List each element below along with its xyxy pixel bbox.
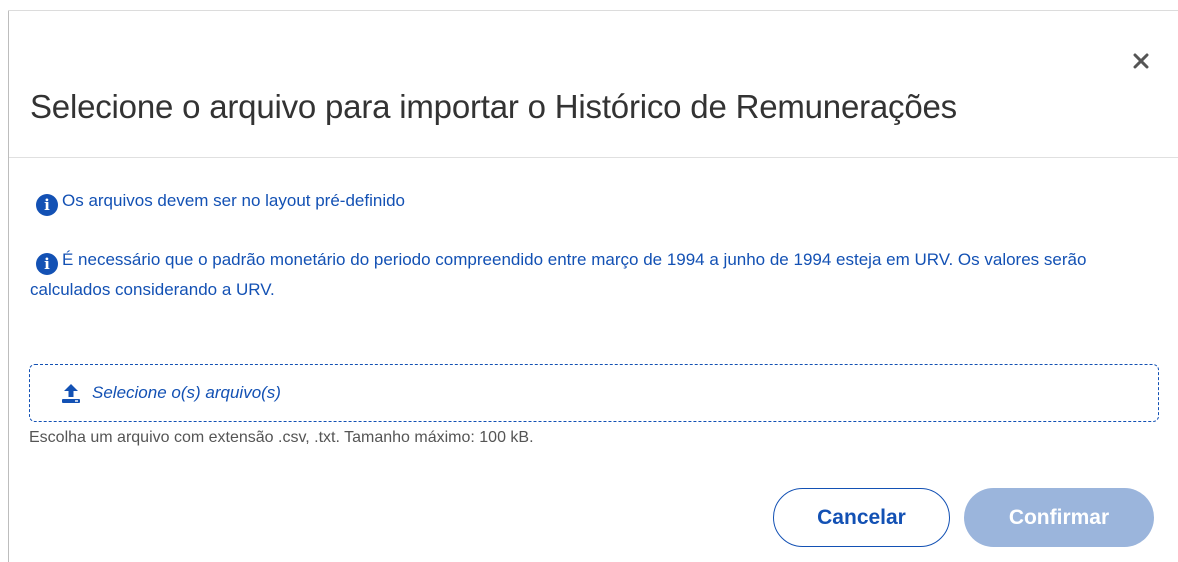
file-upload-dropzone[interactable]: Selecione o(s) arquivo(s) xyxy=(29,364,1159,422)
upload-label[interactable]: Selecione o(s) arquivo(s) xyxy=(92,383,281,403)
cancel-button[interactable]: Cancelar xyxy=(773,488,950,547)
info-message-urv: iÉ necessário que o padrão monetário do … xyxy=(30,245,1150,305)
import-dialog: Selecione o arquivo para importar o Hist… xyxy=(0,0,1178,562)
info-icon: i xyxy=(36,253,58,275)
close-icon xyxy=(1133,53,1149,69)
upload-icon xyxy=(62,384,80,403)
confirm-button[interactable]: Confirmar xyxy=(964,488,1154,547)
info-message-layout: i Os arquivos devem ser no layout pré-def… xyxy=(30,186,405,216)
file-help-text: Escolha um arquivo com extensão .csv, .t… xyxy=(29,429,534,446)
info-icon: i xyxy=(36,194,58,216)
info-message-text: Os arquivos devem ser no layout pré-defi… xyxy=(62,191,406,210)
dialog-left-border xyxy=(8,10,9,562)
close-button[interactable] xyxy=(1126,46,1156,76)
dialog-top-border xyxy=(8,10,1178,11)
header-divider xyxy=(9,157,1178,158)
dialog-title: Selecione o arquivo para importar o Hist… xyxy=(30,88,957,125)
info-message-text: É necessário que o padrão monetário do p… xyxy=(30,250,1087,299)
